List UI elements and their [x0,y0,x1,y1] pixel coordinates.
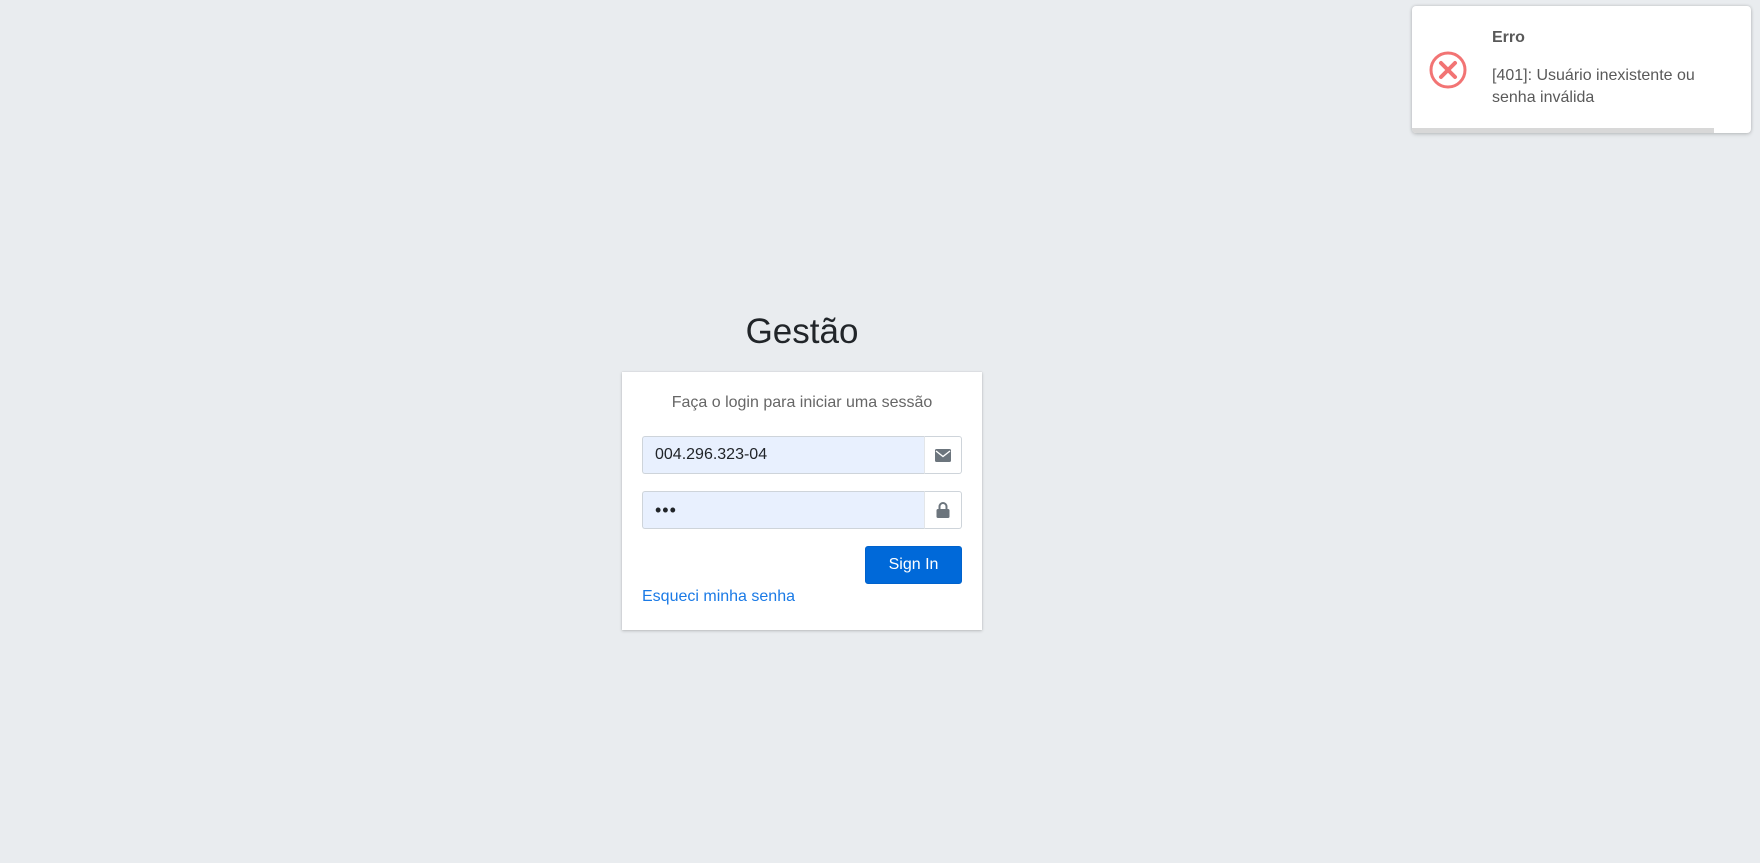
lock-icon [936,502,950,518]
password-group [642,491,962,529]
login-message: Faça o login para iniciar uma sessão [671,394,933,411]
login-actions: Sign In [642,546,962,584]
toast-progress-bar [1412,128,1714,133]
username-input[interactable] [642,436,924,474]
toast-title: Erro [1492,29,1525,46]
page-title: Gestão [745,312,859,351]
login-card: Faça o login para iniciar uma sessão Sig… [622,372,982,630]
username-group [642,436,962,474]
username-addon [924,436,962,474]
envelope-icon [935,448,951,462]
sign-in-button[interactable]: Sign In [865,546,962,584]
error-circle-icon [1429,51,1467,89]
toast-message: [401]: Usuário inexistente ou senha invá… [1492,67,1695,106]
password-input[interactable] [642,491,924,529]
password-addon [924,491,962,529]
login-box: Gestão Faça o login para iniciar uma ses… [622,312,982,630]
error-toast[interactable]: Erro [401]: Usuário inexistente ou senha… [1412,6,1751,133]
forgot-password-link[interactable]: Esqueci minha senha [642,586,795,608]
